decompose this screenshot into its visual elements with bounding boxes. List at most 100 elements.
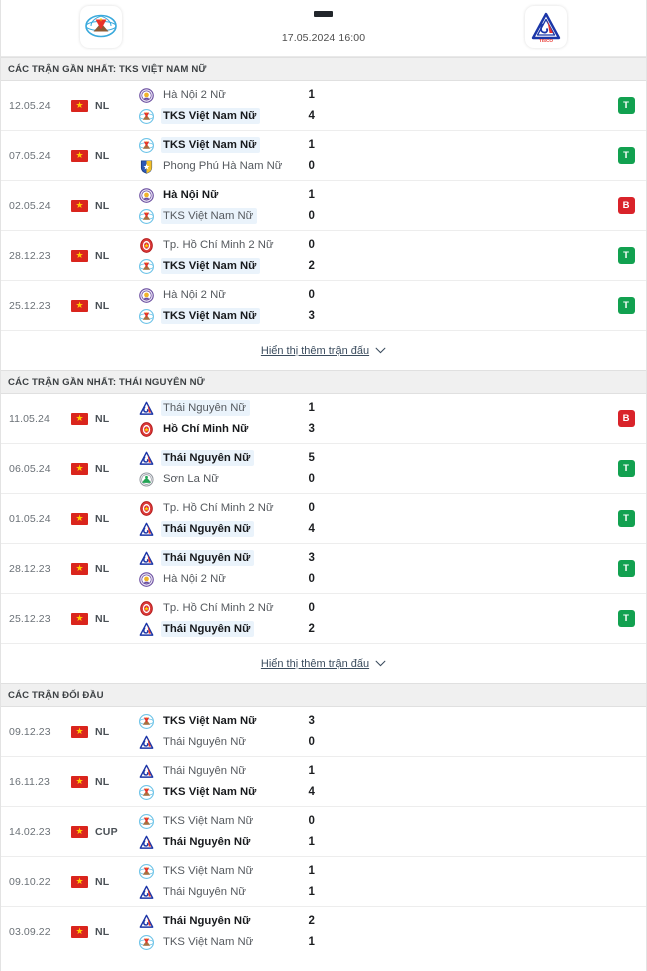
team-line-home[interactable]: TKS Việt Nam Nữ: [139, 863, 309, 879]
home-team-logo-card[interactable]: [80, 6, 122, 48]
teams-cell: Hà Nội 2 Nữ TKS Việt Nam Nữ: [139, 281, 309, 330]
competition-cell[interactable]: ★ NL: [71, 81, 139, 130]
team-line-away[interactable]: Hà Nội 2 Nữ: [139, 571, 309, 587]
teams-cell: Tp. Hồ Chí Minh 2 Nữ TKS Việt Nam Nữ: [139, 231, 309, 280]
match-row[interactable]: 25.12.23 ★ NL Tp. Hồ Chí Minh 2 Nữ Thái Ng…: [1, 594, 646, 643]
team-line-away[interactable]: Thái Nguyên Nữ: [139, 884, 309, 900]
matches-section: CÁC TRẬN GẦN NHẤT: TKS VIỆT NAM NỮ 12.05.…: [1, 57, 646, 370]
match-row[interactable]: 07.05.24 ★ NL TKS Việt Nam Nữ Phong Phú Hà…: [1, 131, 646, 181]
row-spacer: [437, 594, 607, 643]
score-away: 4: [308, 786, 315, 798]
match-row[interactable]: 03.09.22 ★ NL Thái Nguyên Nữ TKS Việt Nam …: [1, 907, 646, 956]
show-more-matches-button[interactable]: Hiển thị thêm trận đấu: [261, 658, 386, 670]
team-name-away: Thái Nguyên Nữ: [163, 736, 246, 748]
show-more-matches-button[interactable]: Hiển thị thêm trận đấu: [261, 345, 386, 357]
competition-label: NL: [95, 99, 110, 112]
team-line-home[interactable]: Hà Nội 2 Nữ: [139, 287, 309, 303]
competition-label: NL: [95, 299, 110, 312]
team-line-home[interactable]: Tp. Hồ Chí Minh 2 Nữ: [139, 237, 309, 253]
team-line-away[interactable]: Thái Nguyên Nữ: [139, 621, 309, 637]
ho-chi-minh-crest-icon: [139, 421, 154, 437]
match-row[interactable]: 28.12.23 ★ NL Thái Nguyên Nữ Hà Nội 2 Nữ 3 0…: [1, 544, 646, 594]
team-line-home[interactable]: TKS Việt Nam Nữ: [139, 813, 309, 829]
match-row[interactable]: 28.12.23 ★ NL Tp. Hồ Chí Minh 2 Nữ TKS Việ…: [1, 231, 646, 281]
home-team-badge[interactable]: [1, 4, 201, 48]
competition-cell[interactable]: ★ NL: [71, 757, 139, 806]
result-cell: T: [606, 594, 646, 643]
match-row[interactable]: 01.05.24 ★ NL Tp. Hồ Chí Minh 2 Nữ Thái Ng…: [1, 494, 646, 544]
result-cell: T: [606, 131, 646, 180]
thai-nguyen-crest-icon: [139, 914, 154, 929]
score-away: 3: [308, 310, 315, 322]
team-line-home[interactable]: Thái Nguyên Nữ: [139, 550, 309, 566]
score-cell: 21: [309, 907, 437, 956]
competition-cell[interactable]: ★ NL: [71, 181, 139, 230]
team-line-away[interactable]: Sơn La Nữ: [139, 471, 309, 487]
kickoff-time: 17.05.2024 16:00: [281, 32, 366, 44]
team-line-away[interactable]: TKS Việt Nam Nữ: [139, 934, 309, 950]
team-line-home[interactable]: Thái Nguyên Nữ: [139, 450, 309, 466]
score-away: 1: [308, 836, 315, 848]
competition-cell[interactable]: ★ NL: [71, 907, 139, 956]
competition-cell[interactable]: ★ NL: [71, 281, 139, 330]
chevron-down-icon: [375, 345, 386, 357]
thai-nguyen-crest-icon: [139, 622, 154, 637]
away-team-badge[interactable]: TISCO: [446, 4, 646, 48]
thai-nguyen-crest-icon: [139, 764, 154, 779]
competition-cell[interactable]: ★ NL: [71, 857, 139, 906]
match-row[interactable]: 09.10.22 ★ NL TKS Việt Nam Nữ Thái Nguyên …: [1, 857, 646, 907]
score-cell: 14: [309, 757, 437, 806]
team-line-away[interactable]: TKS Việt Nam Nữ: [139, 258, 309, 274]
team-line-away[interactable]: TKS Việt Nam Nữ: [139, 784, 309, 800]
result-cell: T: [606, 444, 646, 493]
team-line-home[interactable]: Tp. Hồ Chí Minh 2 Nữ: [139, 600, 309, 616]
team-line-away[interactable]: Thái Nguyên Nữ: [139, 734, 309, 750]
competition-cell[interactable]: ★ NL: [71, 231, 139, 280]
team-line-home[interactable]: Thái Nguyên Nữ: [139, 763, 309, 779]
competition-cell[interactable]: ★ NL: [71, 131, 139, 180]
competition-label: NL: [95, 562, 110, 575]
team-name-home: Hà Nội 2 Nữ: [163, 89, 226, 101]
row-spacer: [437, 707, 607, 756]
ha-noi-crest-icon: [139, 187, 154, 203]
competition-cell[interactable]: ★ NL: [71, 707, 139, 756]
team-line-away[interactable]: Thái Nguyên Nữ: [139, 834, 309, 850]
competition-cell[interactable]: ★ NL: [71, 494, 139, 543]
vietnam-flag-icon: ★: [71, 412, 88, 425]
team-line-away[interactable]: TKS Việt Nam Nữ: [139, 108, 309, 124]
match-row[interactable]: 14.02.23 ★ CUP TKS Việt Nam Nữ Thái Nguyên…: [1, 807, 646, 857]
team-line-away[interactable]: Hồ Chí Minh Nữ: [139, 421, 309, 437]
match-row[interactable]: 06.05.24 ★ NL Thái Nguyên Nữ Sơn La Nữ 5 0 T: [1, 444, 646, 494]
match-row[interactable]: 11.05.24 ★ NL Thái Nguyên Nữ Hồ Chí Minh N…: [1, 394, 646, 444]
match-row[interactable]: 09.12.23 ★ NL TKS Việt Nam Nữ Thái Nguyên …: [1, 707, 646, 757]
matches-section: CÁC TRẬN ĐỐI ĐẦU 09.12.23 ★ NL TKS Việt Nam…: [1, 683, 646, 956]
match-row[interactable]: 02.05.24 ★ NL Hà Nội Nữ TKS Việt Nam Nữ 1 0 B: [1, 181, 646, 231]
competition-cell[interactable]: ★ CUP: [71, 807, 139, 856]
match-row[interactable]: 12.05.24 ★ NL Hà Nội 2 Nữ TKS Việt Nam Nữ 1…: [1, 81, 646, 131]
competition-cell[interactable]: ★ NL: [71, 594, 139, 643]
score-home: 1: [308, 402, 315, 414]
competition-cell[interactable]: ★ NL: [71, 544, 139, 593]
competition-cell[interactable]: ★ NL: [71, 444, 139, 493]
team-line-home[interactable]: Tp. Hồ Chí Minh 2 Nữ: [139, 500, 309, 516]
team-line-away[interactable]: TKS Việt Nam Nữ: [139, 208, 309, 224]
team-line-away[interactable]: Phong Phú Hà Nam Nữ: [139, 158, 309, 174]
team-line-home[interactable]: Hà Nội Nữ: [139, 187, 309, 203]
tks-crest-icon: [139, 308, 154, 324]
team-name-home: Thái Nguyên Nữ: [163, 765, 246, 777]
score-cell: 30: [309, 707, 437, 756]
competition-cell[interactable]: ★ NL: [71, 394, 139, 443]
match-row[interactable]: 16.11.23 ★ NL Thái Nguyên Nữ TKS Việt Nam …: [1, 757, 646, 807]
team-line-home[interactable]: Hà Nội 2 Nữ: [139, 87, 309, 103]
team-line-home[interactable]: Thái Nguyên Nữ: [139, 400, 309, 416]
competition-label: NL: [95, 875, 110, 888]
competition-label: NL: [95, 612, 110, 625]
team-line-home[interactable]: Thái Nguyên Nữ: [139, 913, 309, 929]
away-team-logo-card[interactable]: TISCO: [525, 6, 567, 48]
team-name-home: Hà Nội 2 Nữ: [163, 289, 226, 301]
team-line-away[interactable]: Thái Nguyên Nữ: [139, 521, 309, 537]
match-row[interactable]: 25.12.23 ★ NL Hà Nội 2 Nữ TKS Việt Nam Nữ 0…: [1, 281, 646, 330]
team-line-home[interactable]: TKS Việt Nam Nữ: [139, 137, 309, 153]
team-line-away[interactable]: TKS Việt Nam Nữ: [139, 308, 309, 324]
team-line-home[interactable]: TKS Việt Nam Nữ: [139, 713, 309, 729]
